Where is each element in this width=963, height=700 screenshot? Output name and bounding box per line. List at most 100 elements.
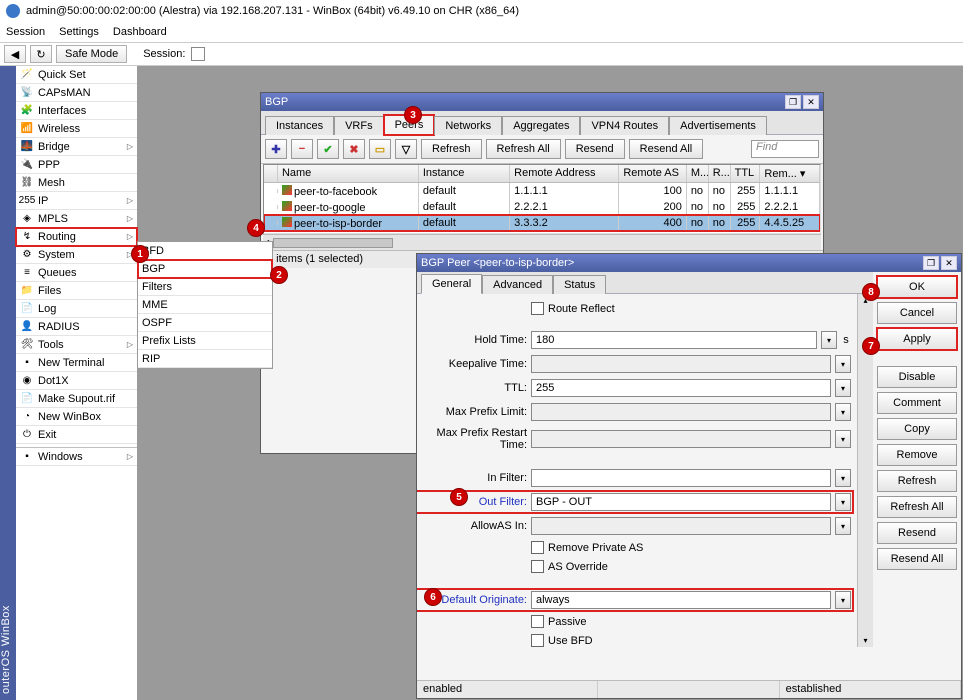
table-row[interactable]: peer-to-googledefault2.2.2.1200nono2552.… [264,199,820,215]
ttl-dropdown[interactable]: ▾ [835,379,851,397]
remove-button[interactable]: Remove [877,444,957,466]
sidebar-item-bridge[interactable]: 🌉Bridge▷ [16,138,137,156]
passive-checkbox[interactable] [531,615,544,628]
tab-vrfs[interactable]: VRFs [334,116,384,135]
peer-close-button[interactable]: ✕ [941,256,957,270]
sidebar-item-mpls[interactable]: ◈MPLS▷ [16,210,137,228]
remove-private-as-checkbox[interactable] [531,541,544,554]
submenu-item-ospf[interactable]: OSPF [138,314,272,332]
submenu-item-bgp[interactable]: BGP [138,260,272,278]
sidebar-item-files[interactable]: 📁Files [16,282,137,300]
grid-hscroll[interactable]: ◀ [263,234,821,250]
filter-button[interactable]: ▽ [395,139,417,159]
peer-tab-general[interactable]: General [421,274,482,294]
sidebar-item-make-supout.rif[interactable]: 📄Make Supout.rif [16,390,137,408]
undo-button[interactable]: ◀ [4,45,26,63]
cancel-button[interactable]: Cancel [877,302,957,324]
comment-button[interactable]: ▭ [369,139,391,159]
col-header[interactable]: Remote Address [510,165,619,182]
refresh-all-button[interactable]: Refresh All [486,139,561,159]
col-header[interactable]: R... [709,165,731,182]
session-checkbox[interactable] [191,47,205,61]
peer-tab-status[interactable]: Status [553,275,606,294]
peer-titlebar[interactable]: BGP Peer <peer-to-isp-border> ❐ ✕ [417,254,961,272]
allow-as-input[interactable] [531,517,831,535]
col-header[interactable]: Name [278,165,419,182]
menu-dashboard[interactable]: Dashboard [113,26,167,38]
hold-time-input[interactable]: 180 [531,331,817,349]
submenu-item-filters[interactable]: Filters [138,278,272,296]
tab-vpn4-routes[interactable]: VPN4 Routes [580,116,669,135]
sidebar-item-ppp[interactable]: 🔌PPP [16,156,137,174]
sidebar-item-wireless[interactable]: 📶Wireless [16,120,137,138]
col-header[interactable]: Instance [419,165,510,182]
peer-tab-advanced[interactable]: Advanced [482,275,553,294]
in-filter-input[interactable] [531,469,831,487]
refresh-button[interactable]: Refresh [877,470,957,492]
sidebar-item-queues[interactable]: ≡Queues [16,264,137,282]
hold-time-dropdown[interactable]: ▾ [821,331,837,349]
find-input[interactable]: Find [751,140,819,158]
resend-button[interactable]: Resend [877,522,957,544]
sidebar-item-ip[interactable]: 255IP▷ [16,192,137,210]
col-header[interactable] [264,165,278,182]
col-header[interactable]: M... [687,165,709,182]
default-originate-dropdown[interactable]: ▾ [835,591,851,609]
refresh-all-button[interactable]: Refresh All [877,496,957,518]
menu-settings[interactable]: Settings [59,26,99,38]
copy-button[interactable]: Copy [877,418,957,440]
submenu-item-bfd[interactable]: BFD [138,242,272,260]
add-button[interactable]: ✚ [265,139,287,159]
in-filter-dropdown[interactable]: ▾ [835,469,851,487]
col-header[interactable]: Remote AS [619,165,687,182]
sidebar-item-system[interactable]: ⚙System▷ [16,246,137,264]
tab-advertisements[interactable]: Advertisements [669,116,767,135]
col-header[interactable]: TTL [731,165,761,182]
sidebar-item-interfaces[interactable]: 🧩Interfaces [16,102,137,120]
allow-as-dropdown[interactable]: ▾ [835,517,851,535]
sidebar-item-exit[interactable]: ⏻Exit [16,426,137,444]
table-row[interactable]: peer-to-isp-borderdefault3.3.3.2400nono2… [264,215,820,231]
sidebar-item-dot1x[interactable]: ◉Dot1X [16,372,137,390]
sidebar-item-quick-set[interactable]: 🪄Quick Set [16,66,137,84]
tab-networks[interactable]: Networks [434,116,502,135]
sidebar-item-windows[interactable]: ▪Windows▷ [16,448,137,466]
refresh-button[interactable]: Refresh [421,139,482,159]
out-filter-dropdown[interactable]: ▾ [835,493,851,511]
resend-button[interactable]: Resend [565,139,625,159]
sidebar-item-routing[interactable]: ↯Routing▷ [16,228,137,246]
submenu-item-rip[interactable]: RIP [138,350,272,368]
max-prefix-restart-input[interactable] [531,430,831,448]
submenu-item-prefix-lists[interactable]: Prefix Lists [138,332,272,350]
bgp-restore-button[interactable]: ❐ [785,95,801,109]
use-bfd-checkbox[interactable] [531,634,544,647]
max-prefix-dropdown[interactable]: ▾ [835,403,851,421]
sidebar-item-tools[interactable]: 🛠Tools▷ [16,336,137,354]
bgp-close-button[interactable]: ✕ [803,95,819,109]
ok-button[interactable]: OK [877,276,957,298]
sidebar-item-capsman[interactable]: 📡CAPsMAN [16,84,137,102]
out-filter-input[interactable]: BGP - OUT [531,493,831,511]
enable-button[interactable]: ✔ [317,139,339,159]
disable-button[interactable]: ✖ [343,139,365,159]
disable-button[interactable]: Disable [877,366,957,388]
as-override-checkbox[interactable] [531,560,544,573]
max-prefix-restart-dropdown[interactable]: ▾ [835,430,851,448]
tab-aggregates[interactable]: Aggregates [502,116,580,135]
keepalive-input[interactable] [531,355,831,373]
remove-button[interactable]: − [291,139,313,159]
sidebar-item-new-terminal[interactable]: ▪New Terminal [16,354,137,372]
max-prefix-input[interactable] [531,403,831,421]
peer-restore-button[interactable]: ❐ [923,256,939,270]
keepalive-dropdown[interactable]: ▾ [835,355,851,373]
resend-all-button[interactable]: Resend All [629,139,704,159]
submenu-item-mme[interactable]: MME [138,296,272,314]
sidebar-item-mesh[interactable]: ⛓Mesh [16,174,137,192]
menu-session[interactable]: Session [6,26,45,38]
default-originate-input[interactable]: always [531,591,831,609]
ttl-input[interactable]: 255 [531,379,831,397]
comment-button[interactable]: Comment [877,392,957,414]
safe-mode-button[interactable]: Safe Mode [56,45,127,63]
tab-instances[interactable]: Instances [265,116,334,135]
table-row[interactable]: peer-to-facebookdefault1.1.1.1100nono255… [264,183,820,199]
